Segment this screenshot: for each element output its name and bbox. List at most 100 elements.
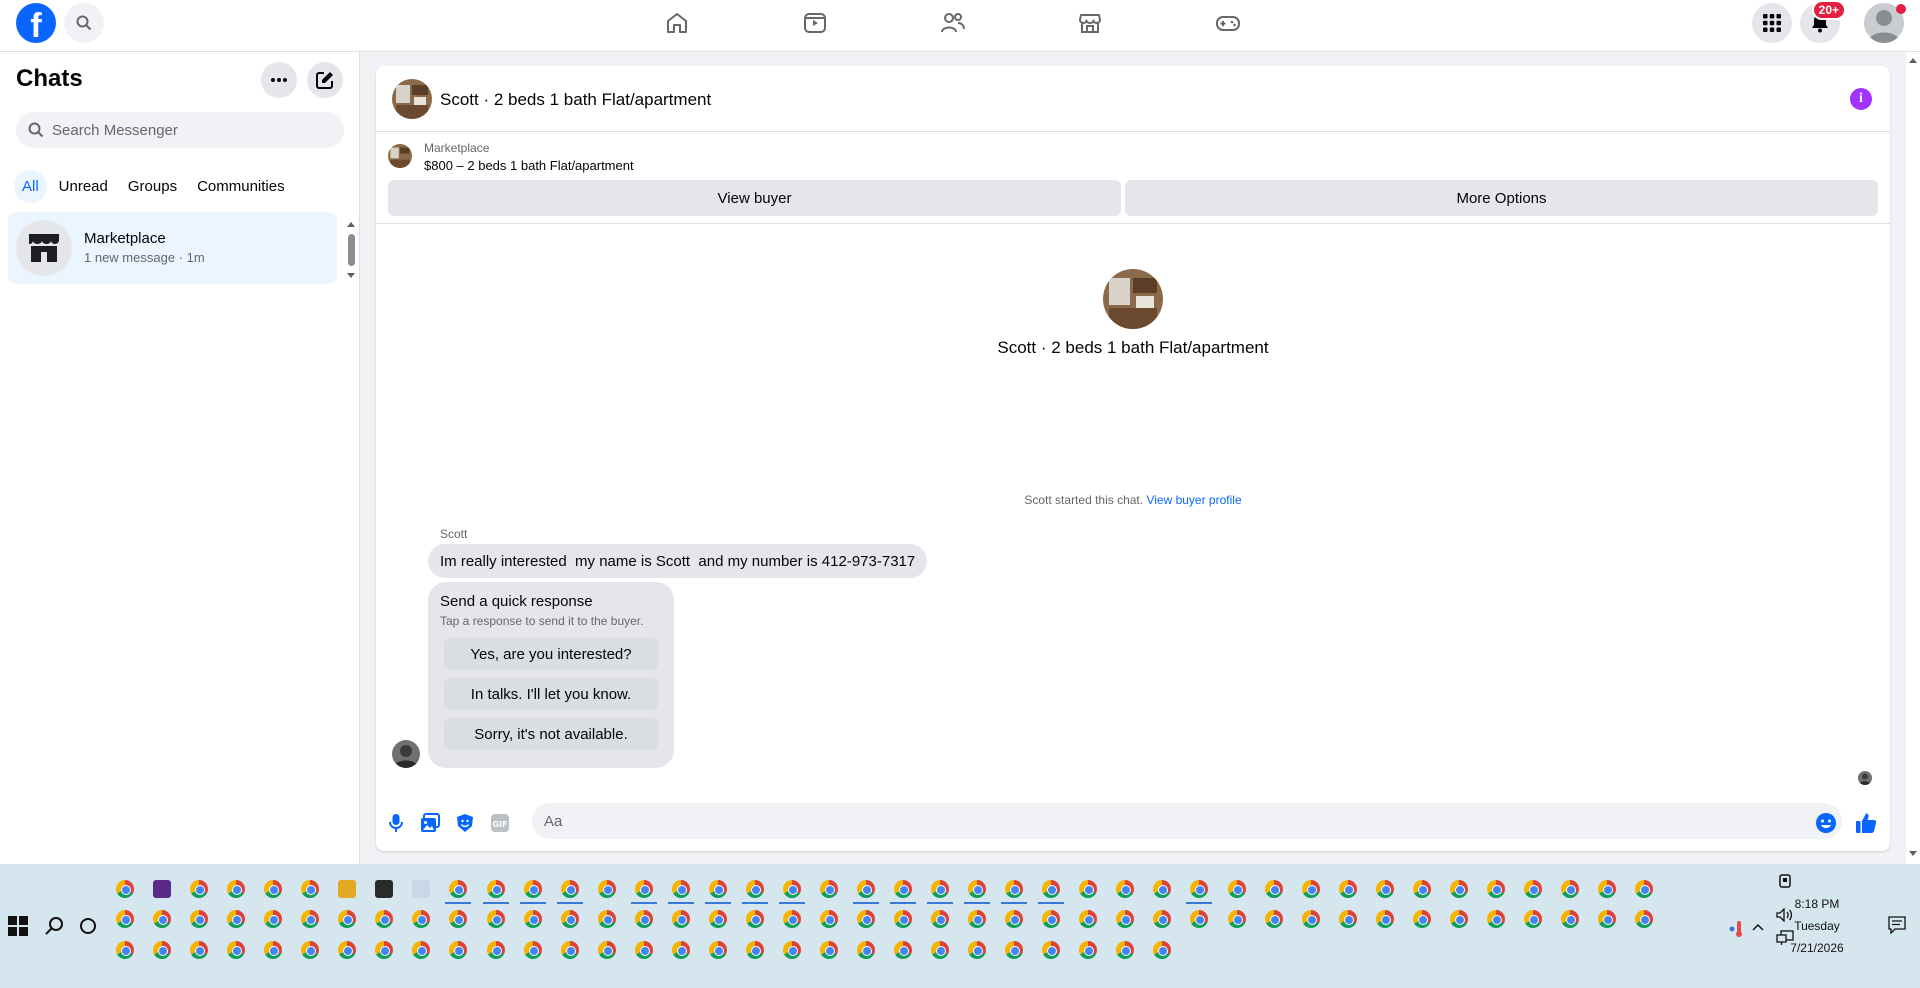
page-scrollbar[interactable] [1906, 52, 1920, 864]
chrome-app-icon[interactable] [560, 910, 579, 928]
chrome-app-icon[interactable] [1412, 910, 1431, 928]
chrome-app-icon[interactable] [1153, 880, 1172, 898]
chrome-app-icon[interactable] [708, 941, 727, 959]
chrome-app-icon[interactable] [931, 941, 950, 959]
start-button[interactable] [8, 916, 28, 936]
taskbar-app-icon[interactable] [153, 880, 172, 898]
taskbar-date[interactable]: 7/21/2026 [1772, 941, 1862, 955]
chrome-app-icon[interactable] [1042, 880, 1061, 898]
chrome-app-icon[interactable] [1301, 880, 1320, 898]
filter-unread[interactable]: Unread [51, 170, 116, 203]
search-input[interactable] [52, 121, 332, 139]
chrome-app-icon[interactable] [1264, 880, 1283, 898]
info-icon[interactable]: i [1850, 88, 1872, 110]
chrome-app-icon[interactable] [301, 880, 320, 898]
notifications-button[interactable]: 20+ [1800, 0, 1846, 43]
chrome-app-icon[interactable] [190, 910, 209, 928]
chrome-app-icon[interactable] [671, 910, 690, 928]
quick-response-option[interactable]: In talks. I'll let you know. [444, 678, 658, 710]
chrome-app-icon[interactable] [931, 880, 950, 898]
chrome-app-icon[interactable] [375, 910, 394, 928]
conversation-avatar[interactable] [392, 79, 432, 119]
chrome-app-icon[interactable] [819, 941, 838, 959]
chrome-app-icon[interactable] [597, 941, 616, 959]
taskbar-time[interactable]: 8:18 PM [1772, 897, 1862, 911]
filter-all[interactable]: All [14, 170, 47, 203]
chrome-app-icon[interactable] [264, 941, 283, 959]
chrome-app-icon[interactable] [190, 941, 209, 959]
chrome-app-icon[interactable] [1005, 910, 1024, 928]
taskbar-day[interactable]: Tuesday [1772, 919, 1862, 933]
chrome-app-icon[interactable] [708, 910, 727, 928]
thermometer-icon[interactable] [1728, 920, 1744, 938]
chrome-app-icon[interactable] [1079, 880, 1098, 898]
chrome-app-icon[interactable] [264, 910, 283, 928]
view-buyer-profile-link[interactable]: View buyer profile [1146, 493, 1241, 507]
chrome-app-icon[interactable] [931, 910, 950, 928]
chrome-app-icon[interactable] [968, 880, 987, 898]
chrome-app-icon[interactable] [227, 941, 246, 959]
chrome-app-icon[interactable] [1598, 910, 1616, 928]
chrome-app-icon[interactable] [338, 910, 357, 928]
chrome-app-icon[interactable] [1560, 910, 1579, 928]
message-input[interactable] [544, 812, 1794, 830]
chrome-app-icon[interactable] [264, 880, 283, 898]
chrome-app-icon[interactable] [1153, 910, 1172, 928]
chrome-app-icon[interactable] [486, 910, 505, 928]
chrome-app-icon[interactable] [857, 941, 875, 959]
chrome-app-icon[interactable] [782, 941, 801, 959]
menu-button[interactable] [1752, 3, 1792, 43]
chrome-app-icon[interactable] [1264, 910, 1283, 928]
voice-clip-button[interactable] [384, 811, 408, 835]
chrome-app-icon[interactable] [1486, 880, 1505, 898]
chrome-app-icon[interactable] [634, 910, 653, 928]
emoji-button[interactable] [1814, 811, 1838, 835]
chrome-app-icon[interactable] [819, 880, 838, 898]
chrome-app-icon[interactable] [1635, 880, 1654, 898]
chrome-app-icon[interactable] [449, 910, 468, 928]
chrome-app-icon[interactable] [153, 910, 172, 928]
chrome-app-icon[interactable] [1338, 880, 1357, 898]
chrome-app-icon[interactable] [338, 941, 357, 959]
chrome-app-icon[interactable] [375, 941, 394, 959]
chrome-app-icon[interactable] [560, 941, 579, 959]
chrome-app-icon[interactable] [894, 910, 913, 928]
chrome-app-icon[interactable] [1375, 910, 1394, 928]
chrome-app-icon[interactable] [1560, 880, 1579, 898]
chrome-app-icon[interactable] [1375, 880, 1394, 898]
chrome-app-icon[interactable] [1153, 941, 1172, 959]
filter-communities[interactable]: Communities [189, 170, 293, 203]
chrome-app-icon[interactable] [745, 941, 764, 959]
attach-photo-button[interactable] [418, 811, 442, 835]
chrome-app-icon[interactable] [523, 941, 542, 959]
taskbar-search-button[interactable] [44, 916, 64, 941]
chrome-app-icon[interactable] [1523, 880, 1542, 898]
scrollbar-thumb[interactable] [348, 234, 355, 266]
sidebar-scrollbar[interactable] [346, 220, 356, 280]
message-input-box[interactable] [532, 803, 1842, 839]
chrome-app-icon[interactable] [1523, 910, 1542, 928]
chrome-app-icon[interactable] [1486, 910, 1505, 928]
chevron-up-icon[interactable] [1752, 923, 1764, 931]
chrome-app-icon[interactable] [894, 880, 913, 898]
chrome-app-icon[interactable] [1005, 880, 1024, 898]
chrome-app-icon[interactable] [894, 941, 913, 959]
chrome-app-icon[interactable] [968, 941, 987, 959]
taskbar-app-icon[interactable] [338, 880, 357, 898]
chrome-app-icon[interactable] [523, 910, 542, 928]
chrome-app-icon[interactable] [486, 941, 505, 959]
messenger-search[interactable] [16, 112, 344, 148]
chrome-app-icon[interactable] [449, 941, 468, 959]
chrome-app-icon[interactable] [1449, 910, 1468, 928]
chrome-app-icon[interactable] [190, 880, 209, 898]
chrome-app-icon[interactable] [1635, 910, 1654, 928]
chrome-app-icon[interactable] [1190, 880, 1209, 898]
chrome-app-icon[interactable] [1116, 941, 1135, 959]
nav-marketplace[interactable] [1073, 6, 1107, 40]
chrome-app-icon[interactable] [227, 910, 246, 928]
new-message-button[interactable] [307, 62, 343, 98]
nav-video[interactable] [798, 6, 832, 40]
nav-gaming[interactable] [1211, 6, 1245, 40]
nav-home[interactable] [660, 6, 694, 40]
chrome-app-icon[interactable] [634, 880, 653, 898]
